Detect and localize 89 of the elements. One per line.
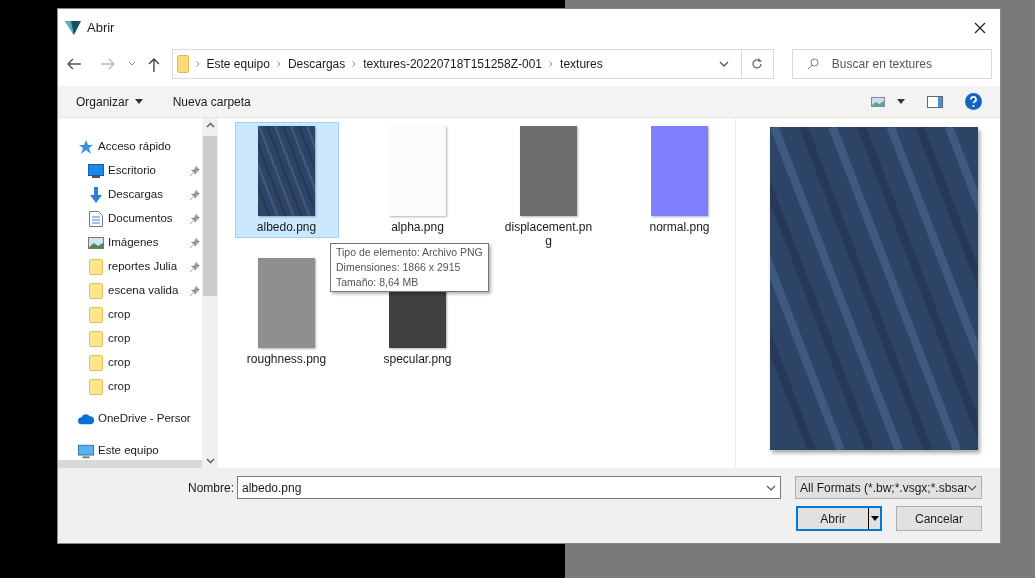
chevron-down-icon[interactable]	[205, 458, 215, 464]
caret-down-icon	[134, 99, 143, 104]
refresh-icon[interactable]	[751, 58, 764, 70]
file-name-input[interactable]: albedo.png	[238, 478, 766, 497]
scrollbar[interactable]	[202, 118, 218, 468]
chevron-right-icon	[276, 61, 281, 67]
open-button[interactable]: Abrir	[798, 509, 868, 528]
toolbar-button[interactable]: Organizar	[76, 92, 143, 111]
chevron-right-icon	[195, 61, 200, 67]
chevron-down-icon[interactable]	[127, 61, 136, 67]
pin-icon	[190, 166, 200, 176]
sidebar-item[interactable]: crop	[58, 351, 202, 375]
chevron-down-icon	[967, 484, 977, 491]
folder-icon	[89, 307, 103, 323]
sidebar-item[interactable]: Imágenes	[58, 231, 202, 255]
download-arrow-icon	[88, 187, 104, 203]
folder-icon	[89, 259, 103, 275]
file-item[interactable]: albedo.png	[234, 122, 339, 238]
file-name-field[interactable]: albedo.png	[237, 476, 781, 499]
chevron-right-icon	[549, 61, 554, 67]
monitor-icon	[88, 164, 104, 178]
sidebar-item[interactable]: crop	[58, 303, 202, 327]
sidebar-item[interactable]: Documentos	[58, 207, 202, 231]
window-title: Abrir	[87, 18, 115, 37]
sidebar-item[interactable]: crop	[58, 375, 202, 399]
search-field[interactable]: Buscar en textures	[791, 49, 992, 79]
file-item[interactable]: displacement.png	[503, 122, 594, 249]
sidebar-item[interactable]: Acceso rápido	[58, 135, 202, 159]
pin-icon	[190, 238, 200, 248]
search-input[interactable]: Buscar en textures	[831, 55, 982, 73]
caret-down-icon[interactable]	[897, 99, 905, 104]
help-icon[interactable]	[965, 93, 982, 110]
file-type-dropdown[interactable]: All Formats (*.bw;*.vsgx;*.sbsar	[795, 476, 982, 499]
sidebar-item[interactable]: Descargas	[58, 183, 202, 207]
computer-icon	[78, 443, 94, 459]
pin-icon	[190, 262, 200, 272]
tooltip-line: Tipo de elemento: Archivo PNG	[336, 245, 483, 260]
document-icon	[89, 211, 103, 227]
pin-icon	[190, 190, 200, 200]
breadcrumb[interactable]: textures	[560, 55, 603, 73]
file-name: alpha.png	[391, 220, 444, 234]
sidebar-item[interactable]: reportes Julia	[58, 255, 202, 279]
toolbar-button[interactable]: Nueva carpeta	[172, 92, 251, 111]
chevron-down-icon[interactable]	[766, 484, 776, 491]
sidebar-item[interactable]: OneDrive - Persor	[58, 407, 202, 431]
caret-down-icon[interactable]	[870, 516, 879, 521]
back-arrow-icon[interactable]	[66, 58, 82, 70]
image-icon	[88, 237, 104, 249]
file-item[interactable]: alpha.png	[388, 122, 447, 235]
file-name: displacement.png	[504, 220, 593, 248]
name-label: Nombre:	[188, 479, 234, 497]
close-icon	[974, 21, 986, 34]
sidebar-item[interactable]: Este equipo	[58, 439, 202, 463]
sidebar-item[interactable]: Escritorio	[58, 159, 202, 183]
folder-icon	[89, 283, 103, 299]
folder-icon	[89, 379, 103, 395]
folder-icon	[89, 355, 103, 371]
cancel-button[interactable]: Cancelar	[896, 506, 982, 531]
chevron-down-icon[interactable]	[718, 61, 729, 67]
sidebar-item[interactable]: crop	[58, 327, 202, 351]
pin-icon	[190, 214, 200, 224]
pin-icon	[190, 286, 200, 296]
preview-pane-icon[interactable]	[927, 95, 943, 108]
star-icon	[78, 139, 94, 155]
file-item[interactable]: normal.png	[648, 122, 711, 235]
breadcrumb[interactable]: Este equipo	[206, 55, 270, 73]
tooltip-line: Dimensiones: 1866 x 2915	[336, 260, 462, 275]
file-type-text: All Formats (*.bw;*.vsgx;*.sbsar	[800, 479, 967, 497]
chevron-right-icon	[352, 61, 357, 67]
folder-icon	[89, 331, 103, 347]
file-name: albedo.png	[256, 220, 317, 234]
sidebar-item[interactable]: escena valida	[58, 279, 202, 303]
file-item[interactable]: roughness.png	[245, 254, 328, 367]
app-logo-icon	[65, 19, 81, 36]
breadcrumb[interactable]: textures-20220718T151258Z-001	[363, 55, 543, 73]
file-name: normal.png	[649, 220, 710, 234]
breadcrumb[interactable]: Descargas	[287, 55, 346, 73]
up-arrow-icon[interactable]	[147, 56, 160, 72]
search-icon	[806, 58, 819, 70]
scrollbar-thumb[interactable]	[203, 136, 217, 296]
open-split-button[interactable]: Abrir	[796, 506, 882, 531]
address-bar[interactable]: Este equipo Descargas textures-20220718T151258Z-001 textures	[171, 49, 774, 79]
file-name: specular.png	[383, 352, 452, 366]
chevron-up-icon[interactable]	[205, 122, 215, 128]
view-options-icon[interactable]	[871, 96, 885, 107]
file-name: roughness.png	[246, 352, 327, 366]
tooltip-line: Tamaño: 8,64 MB	[336, 275, 420, 290]
cloud-icon	[78, 413, 94, 425]
folder-icon	[176, 55, 189, 73]
